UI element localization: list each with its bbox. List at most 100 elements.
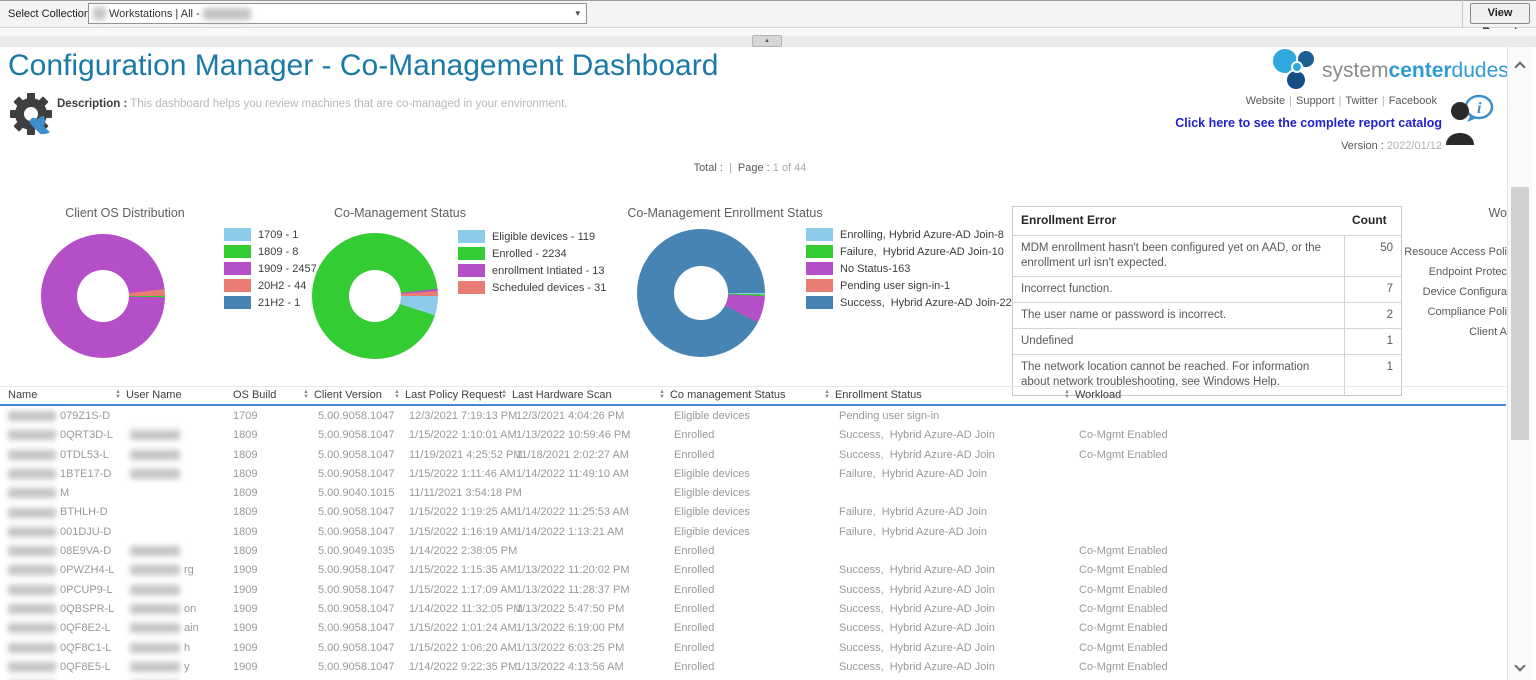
sort-icon[interactable]: ▲▼: [659, 390, 665, 399]
systemcenterdudes-logo: [1268, 46, 1322, 94]
table-row: 08E9VA-D18095.00.9049.10351/14/2022 2:38…: [0, 542, 1506, 561]
cell-user-name: rg: [115, 561, 233, 580]
cell-workload: Co-Mgmt Enabled: [1064, 446, 1506, 465]
legend-label: 1809 - 8: [258, 246, 298, 258]
donut-comgmt-status: [312, 233, 438, 359]
column-label: Enrollment Status: [835, 389, 922, 401]
cell-workload: Co-Mgmt Enabled: [1064, 581, 1506, 600]
redacted-text: [8, 450, 56, 460]
column-header-client-version[interactable]: ▲▼Client Version: [303, 387, 394, 403]
cell-last-hardware-scan: 1/13/2022 4:13:56 AM: [501, 658, 659, 677]
column-header-co-management-status[interactable]: ▲▼Co management Status: [659, 387, 824, 403]
column-header-enrollment-status[interactable]: ▲▼ Enrollment Status: [824, 387, 1064, 403]
legend-swatch: [806, 228, 833, 241]
page-indicator: Total : | Page : 1 of 44: [600, 162, 900, 174]
sort-icon[interactable]: ▲▼: [115, 390, 121, 399]
cell-enrollment-status: [824, 542, 1064, 561]
cell-os-build: 1809: [233, 542, 303, 561]
redacted-text: [130, 469, 180, 479]
sort-icon[interactable]: ▲▼: [303, 390, 309, 399]
link-facebook[interactable]: Facebook: [1389, 95, 1437, 107]
brand-wordmark: systemcenterdudes: [1322, 59, 1509, 83]
column-label: User Name: [126, 389, 182, 401]
sort-icon[interactable]: ▲▼: [501, 390, 507, 399]
scroll-down-arrow-icon[interactable]: [1514, 660, 1525, 671]
cell-name: 079Z1S-D: [8, 407, 115, 426]
cell-os-build: 1909: [233, 658, 303, 677]
legend-client-os: 1709 - 11809 - 81909 - 245720H2 - 4421H2…: [224, 228, 317, 313]
cell-last-hardware-scan: 12/3/2021 4:04:26 PM: [501, 407, 659, 426]
sort-icon[interactable]: ▲▼: [1064, 390, 1070, 399]
vertical-scrollbar[interactable]: [1507, 47, 1532, 680]
device-table-body: 079Z1S-D17095.00.9058.104712/3/2021 7:19…: [0, 407, 1506, 680]
legend-label: 20H2 - 44: [258, 280, 306, 292]
cell-last-policy-request: 1/15/2022 1:11:46 AM: [394, 465, 501, 484]
column-label: Name: [8, 389, 37, 401]
view-report-button[interactable]: View Report: [1470, 3, 1530, 24]
chevron-up-icon: ▲: [753, 36, 781, 46]
redacted-text: [8, 430, 56, 440]
cell-co-management-status: Enrolled: [659, 600, 824, 619]
workload-category-label: Device Configura: [1423, 286, 1507, 298]
error-text: Incorrect function.: [1013, 277, 1344, 302]
cell-os-build: 1809: [233, 503, 303, 522]
link-website[interactable]: Website: [1246, 95, 1286, 107]
column-header-last-policy-request[interactable]: ▲▼Last Policy Request: [394, 387, 501, 403]
cell-client-version: 5.00.9040.1015: [303, 484, 394, 503]
table-row: 079Z1S-D17095.00.9058.104712/3/2021 7:19…: [0, 407, 1506, 426]
legend-comgmt-status: Eligible devices - 119Enrolled - 2234enr…: [458, 230, 606, 298]
legend-swatch: [224, 245, 251, 258]
table-row: 001DJU-D18095.00.9058.10471/15/2022 1:16…: [0, 523, 1506, 542]
chart-title-comgmt-status: Co-Management Status: [300, 206, 500, 220]
cell-os-build: 1809: [233, 426, 303, 445]
redacted-text: [8, 527, 56, 537]
redacted-text: [130, 643, 180, 653]
column-header-os-build: OS Build: [233, 387, 303, 403]
chart-title-enrollment-status: Co-Management Enrollment Status: [620, 206, 830, 220]
column-label: Workload: [1075, 389, 1121, 401]
report-catalog-link[interactable]: Click here to see the complete report ca…: [1100, 116, 1442, 130]
legend-swatch: [458, 230, 485, 243]
redacted-text: [130, 662, 180, 672]
cell-co-management-status: Eligible devices: [659, 503, 824, 522]
scroll-up-arrow-icon[interactable]: [1514, 61, 1525, 72]
column-header-user-name[interactable]: ▲▼ User Name: [115, 387, 233, 403]
separator: |: [726, 162, 735, 174]
sort-icon[interactable]: ▲▼: [394, 390, 400, 399]
cell-last-policy-request: 1/14/2022 9:22:35 PM: [394, 658, 501, 677]
legend-swatch: [806, 262, 833, 275]
enrollment-error-table: Enrollment Error Count MDM enrollment ha…: [1012, 206, 1402, 396]
enrollment-error-row: Undefined1: [1013, 328, 1401, 354]
params-collapse-handle[interactable]: ▲: [752, 35, 782, 47]
cell-name: 1BTE17-D: [8, 465, 115, 484]
cell-workload: Co-Mgmt Enabled: [1064, 658, 1506, 677]
cell-workload: [1064, 407, 1506, 426]
cell-enrollment-status: Failure, Hybrid Azure-AD Join: [824, 523, 1064, 542]
cell-last-policy-request: 1/15/2022 1:10:01 AM: [394, 426, 501, 445]
cell-workload: [1064, 523, 1506, 542]
version-label: Version :: [1341, 140, 1384, 152]
link-twitter[interactable]: Twitter: [1345, 95, 1377, 107]
error-count: 1: [1344, 329, 1401, 354]
collection-dropdown[interactable]: Workstations | All - ▾: [88, 3, 587, 24]
legend-item: enrollment Intiated - 13: [458, 264, 606, 277]
table-row: 0QRT3D-L18095.00.9058.10471/15/2022 1:10…: [0, 426, 1506, 445]
scrollbar-thumb[interactable]: [1511, 187, 1529, 440]
column-header-last-hardware-scan[interactable]: ▲▼Last Hardware Scan: [501, 387, 659, 403]
cell-workload: Co-Mgmt Enabled: [1064, 542, 1506, 561]
sort-icon[interactable]: ▲▼: [824, 390, 830, 399]
select-collection-label: Select Collection: [8, 8, 90, 20]
cell-name: 08E9VA-D: [8, 542, 115, 561]
cell-last-hardware-scan: 1/14/2022 1:13:21 AM: [501, 523, 659, 542]
brand-dudes: dudes: [1452, 59, 1509, 82]
cell-co-management-status: Enrolled: [659, 581, 824, 600]
cell-last-policy-request: 11/19/2021 4:25:52 PM: [394, 446, 501, 465]
description-label: Description :: [57, 98, 127, 110]
cell-enrollment-status: Success, Hybrid Azure-AD Join: [824, 446, 1064, 465]
column-header-workload[interactable]: ▲▼ Workload: [1064, 387, 1506, 403]
cell-co-management-status: Enrolled: [659, 446, 824, 465]
table-row: BTHLH-D18095.00.9058.10471/15/2022 1:19:…: [0, 503, 1506, 522]
link-support[interactable]: Support: [1296, 95, 1335, 107]
cell-user-name: [115, 542, 233, 561]
cell-name: 0PWZH4-L: [8, 561, 115, 580]
